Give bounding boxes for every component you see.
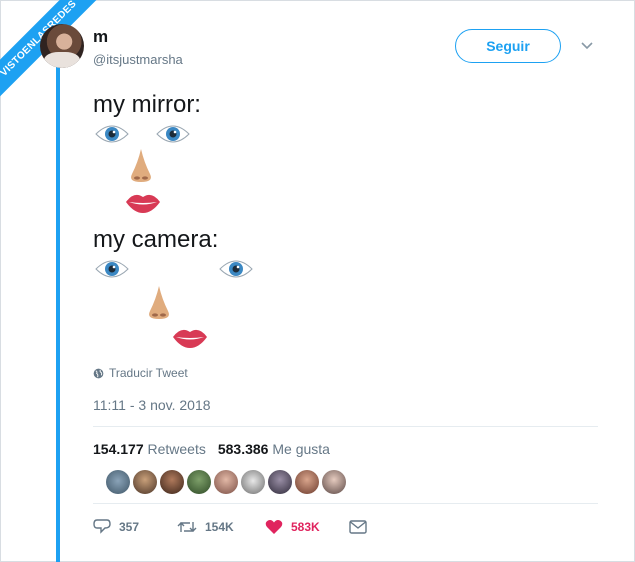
- chevron-down-icon[interactable]: [580, 38, 594, 52]
- liker-avatar[interactable]: [133, 470, 157, 494]
- globe-icon: [93, 368, 104, 378]
- liker-avatar[interactable]: [106, 470, 130, 494]
- likes-stat[interactable]: 583.386 Me gusta: [218, 441, 330, 457]
- heart-icon: [265, 520, 283, 534]
- direct-message-button[interactable]: [349, 520, 367, 534]
- retweet-icon: [177, 522, 197, 532]
- liker-avatar[interactable]: [241, 470, 265, 494]
- tweet-timestamp[interactable]: 11:11 - 3 nov. 2018: [93, 397, 211, 413]
- liker-avatar[interactable]: [214, 470, 238, 494]
- translate-label: Traducir Tweet: [109, 366, 188, 380]
- lips-icon: [126, 194, 160, 213]
- eye-icon: [219, 260, 253, 278]
- retweets-count: 154.177: [93, 441, 144, 457]
- author-name[interactable]: m: [93, 27, 108, 47]
- liker-avatar[interactable]: [268, 470, 292, 494]
- tweet-stats: 154.177 Retweets 583.386 Me gusta: [93, 441, 330, 457]
- likers-avatars: [106, 470, 346, 494]
- divider: [93, 426, 598, 427]
- liker-avatar[interactable]: [322, 470, 346, 494]
- avatar[interactable]: [40, 24, 84, 68]
- likes-count: 583.386: [217, 441, 269, 457]
- author-handle[interactable]: @itsjustmarsha: [93, 52, 183, 67]
- tweet-text-camera: my camera:: [93, 226, 219, 253]
- liker-avatar[interactable]: [160, 470, 184, 494]
- eye-icon: [95, 260, 129, 278]
- liker-avatar[interactable]: [187, 470, 211, 494]
- reply-icon: [93, 519, 111, 534]
- tweet-text-mirror: my mirror:: [93, 91, 201, 118]
- liker-avatar[interactable]: [295, 470, 319, 494]
- lips-icon: [173, 329, 207, 348]
- eye-icon: [156, 125, 190, 143]
- nose-icon: [149, 286, 169, 319]
- reply-count: 357: [119, 520, 140, 534]
- divider: [93, 503, 598, 504]
- follow-button[interactable]: Seguir: [455, 29, 561, 63]
- like-count: 583K: [291, 520, 320, 534]
- likes-label: Me gusta: [272, 441, 330, 457]
- nose-icon: [131, 149, 151, 182]
- retweets-label: Retweets: [147, 441, 206, 457]
- eye-icon: [95, 125, 129, 143]
- like-button[interactable]: 583K: [265, 519, 349, 535]
- reply-button[interactable]: 357: [93, 518, 177, 536]
- retweet-count: 154K: [205, 520, 234, 534]
- retweet-button[interactable]: 154K: [177, 519, 265, 535]
- translate-tweet-link[interactable]: Traducir Tweet: [93, 366, 188, 380]
- mail-icon: [349, 520, 367, 534]
- retweets-stat[interactable]: 154.177 Retweets: [93, 441, 206, 457]
- tweet-actions: 357 154K 583K: [93, 518, 367, 536]
- left-accent-bar: [56, 40, 60, 562]
